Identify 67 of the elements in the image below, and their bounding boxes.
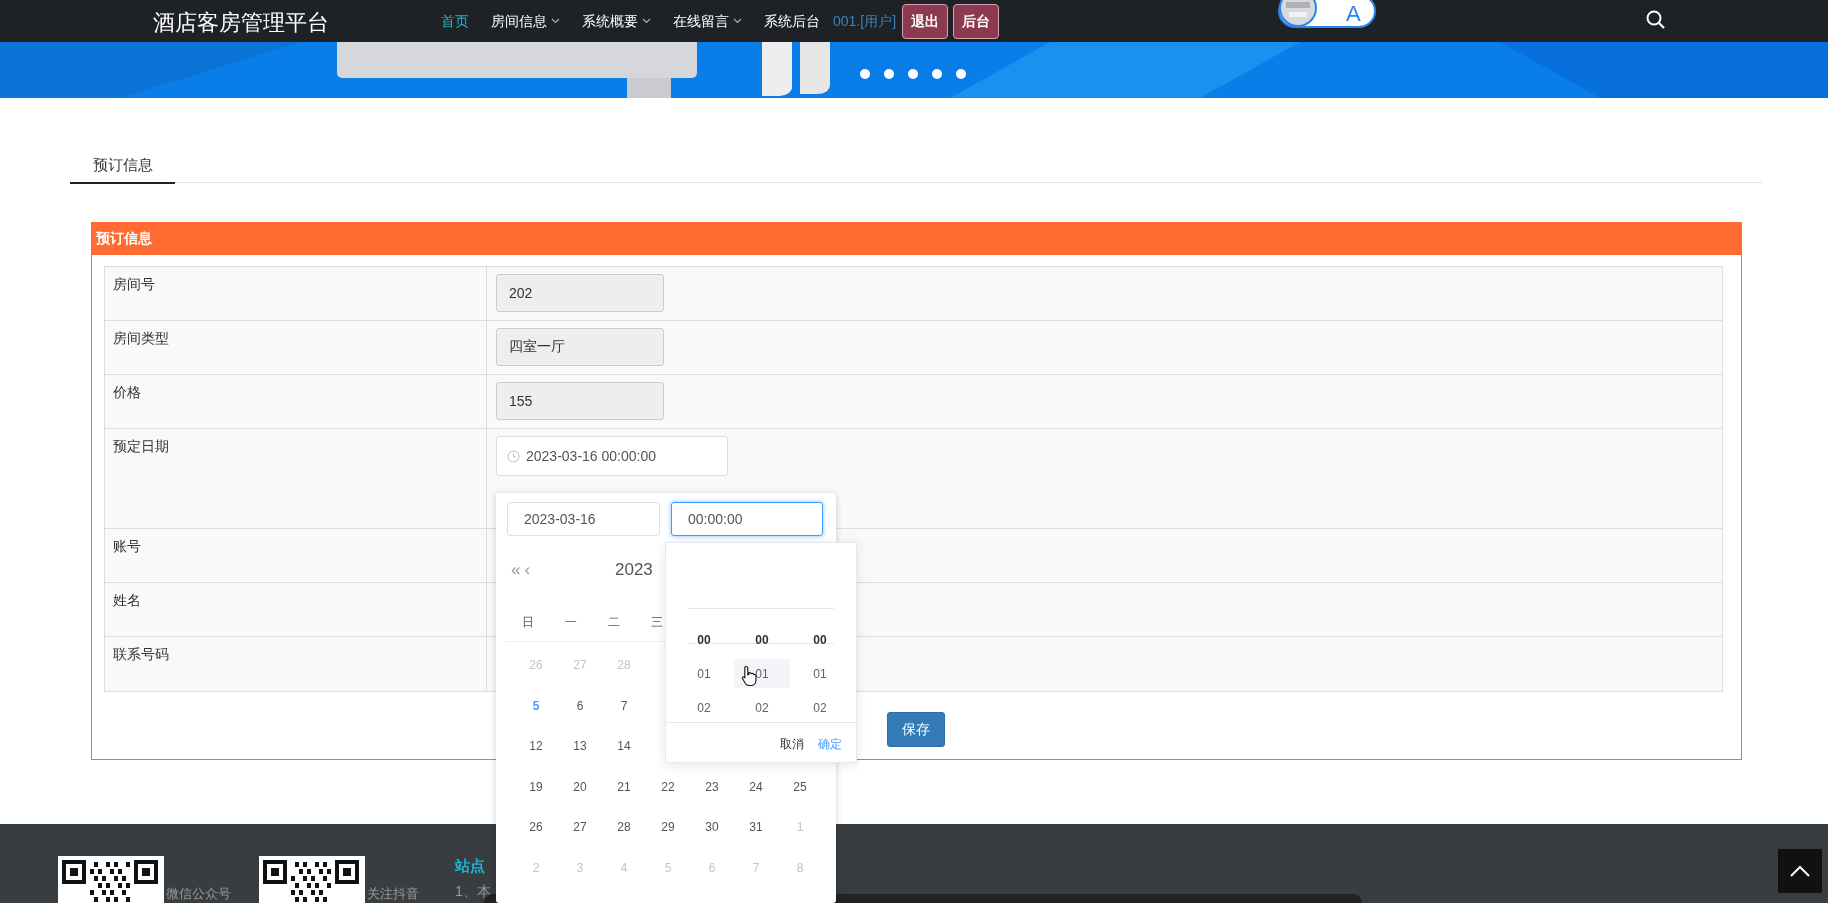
weekday-label: 二 — [606, 614, 621, 631]
time-option[interactable]: 02 — [676, 693, 732, 722]
save-button[interactable]: 保存 — [887, 712, 945, 747]
qr-caption: 关注抖音 — [367, 885, 419, 903]
input-field[interactable]: 202 — [496, 274, 664, 312]
calendar-day[interactable]: 25 — [778, 774, 822, 799]
calendar-day[interactable]: 27 — [558, 815, 602, 839]
calendar-day[interactable]: 6 — [558, 693, 602, 718]
field-label: 房间类型 — [105, 321, 487, 374]
tab[interactable]: 预订信息 — [70, 140, 175, 184]
back-to-top-button[interactable] — [1778, 849, 1822, 893]
calendar-day[interactable]: 7 — [602, 693, 646, 718]
calendar-day[interactable]: 19 — [514, 774, 558, 799]
time-option[interactable]: 01 — [792, 659, 848, 688]
calendar-day[interactable]: 22 — [646, 774, 690, 799]
time-option[interactable]: 00 — [676, 625, 732, 654]
time-option[interactable]: 00 — [734, 625, 790, 654]
avatar-letter: A — [1346, 0, 1361, 28]
field-label: 联系号码 — [105, 637, 487, 691]
footer-text: 1、本 — [455, 882, 491, 901]
nav-link[interactable]: 房间信息 — [480, 10, 571, 32]
panel-title: 预订信息 — [92, 223, 1741, 255]
calendar-day[interactable]: 23 — [690, 774, 734, 799]
nav-link[interactable]: 系统后台 — [753, 10, 831, 32]
field-label: 账号 — [105, 529, 487, 582]
calendar-day[interactable]: 13 — [558, 734, 602, 758]
weekday-label: 一 — [563, 614, 578, 631]
qr-caption: 微信公众号 — [166, 885, 231, 903]
field-label: 预定日期 — [105, 429, 487, 528]
clock-icon — [507, 449, 520, 463]
time-option[interactable]: 01 — [676, 659, 732, 688]
date-input[interactable]: 2023-03-16 — [507, 502, 660, 536]
nav-button[interactable]: 退出 — [902, 3, 949, 39]
calendar-day[interactable]: 12 — [514, 734, 558, 758]
nav-link[interactable]: 在线留言 — [662, 10, 753, 32]
date-field[interactable]: 2023-03-16 00:00:00 — [496, 436, 728, 476]
nav-link[interactable]: 系统概要 — [571, 10, 662, 32]
input-field[interactable]: 四室一厅 — [496, 328, 664, 366]
calendar-day[interactable]: 20 — [558, 774, 602, 799]
time-option[interactable]: 02 — [734, 693, 790, 722]
calendar-day[interactable]: 21 — [602, 774, 646, 799]
field-label: 房间号 — [105, 267, 487, 320]
calendar-day[interactable]: 29 — [646, 815, 690, 839]
weekday-label: 三 — [649, 614, 664, 631]
chevron-up-icon — [1790, 865, 1810, 877]
calendar-day[interactable]: 28 — [602, 815, 646, 839]
cancel-button[interactable]: 取消 — [780, 734, 804, 753]
search-icon[interactable] — [1645, 9, 1667, 31]
field-label: 价格 — [105, 375, 487, 428]
user-link[interactable]: 001.[用户] — [833, 10, 897, 32]
calendar-year: 2023 — [615, 559, 653, 581]
calendar-day[interactable]: 26 — [514, 815, 558, 839]
weekday-label: 日 — [520, 614, 535, 631]
time-input[interactable]: 00:00:00 — [671, 502, 823, 536]
time-option[interactable]: 02 — [792, 693, 848, 722]
calendar-day[interactable]: 24 — [734, 774, 778, 799]
field-label: 姓名 — [105, 583, 487, 636]
time-option[interactable]: 00 — [792, 625, 848, 654]
nav-button[interactable]: 后台 — [953, 3, 1000, 39]
calendar-day[interactable]: 14 — [602, 734, 646, 758]
avatar-icon — [1278, 0, 1318, 28]
calendar-day[interactable]: 30 — [690, 815, 734, 839]
footer-heading: 站点 — [455, 856, 485, 876]
input-field[interactable]: 155 — [496, 382, 664, 420]
site-title: 酒店客房管理平台 — [153, 9, 329, 37]
nav-link[interactable]: 首页 — [430, 10, 480, 32]
calendar-day[interactable]: 31 — [734, 815, 778, 839]
